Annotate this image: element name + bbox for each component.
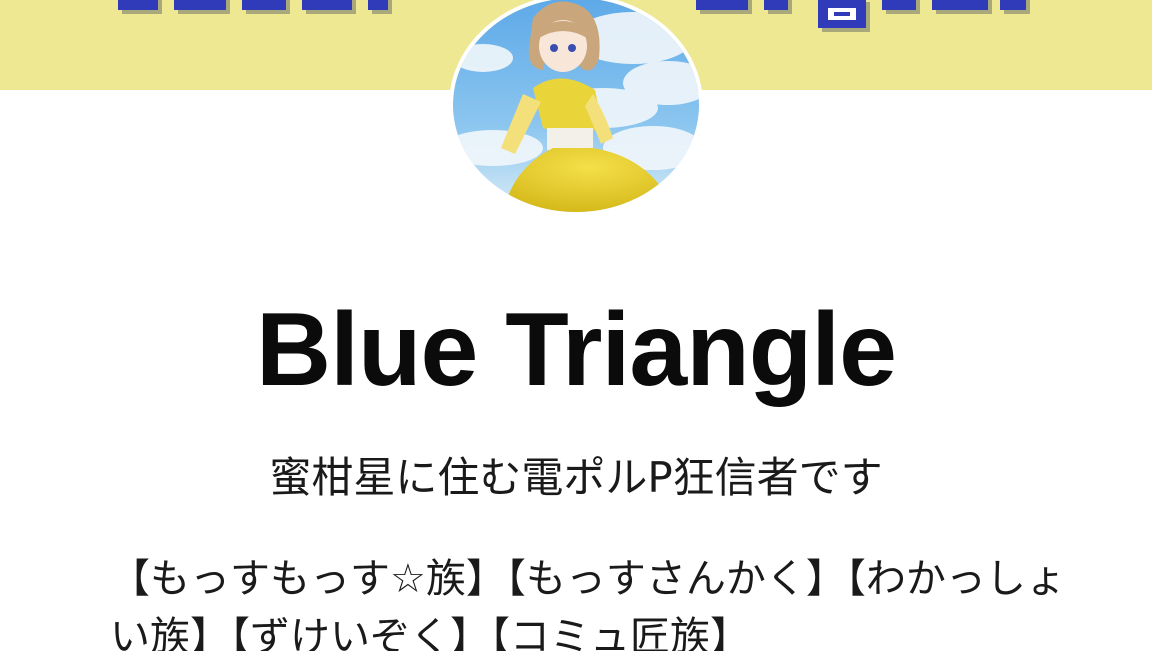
bio-tags: 【もっすもっす☆族】【もっすさんかく】【わかっしょい族】【ずけいぞく】【コミュ匠… — [110, 556, 1066, 651]
bio-text: 蜜柑星に住む電ポルP狂信者です — [269, 453, 883, 502]
profile-avatar[interactable] — [449, 0, 703, 216]
profile-page: Blue Triangle 蜜柑星に住む電ポルP狂信者です 【もっすもっす☆族】… — [0, 0, 1152, 651]
display-name: Blue Triangle — [255, 292, 897, 408]
avatar-illustration-icon — [453, 0, 699, 212]
